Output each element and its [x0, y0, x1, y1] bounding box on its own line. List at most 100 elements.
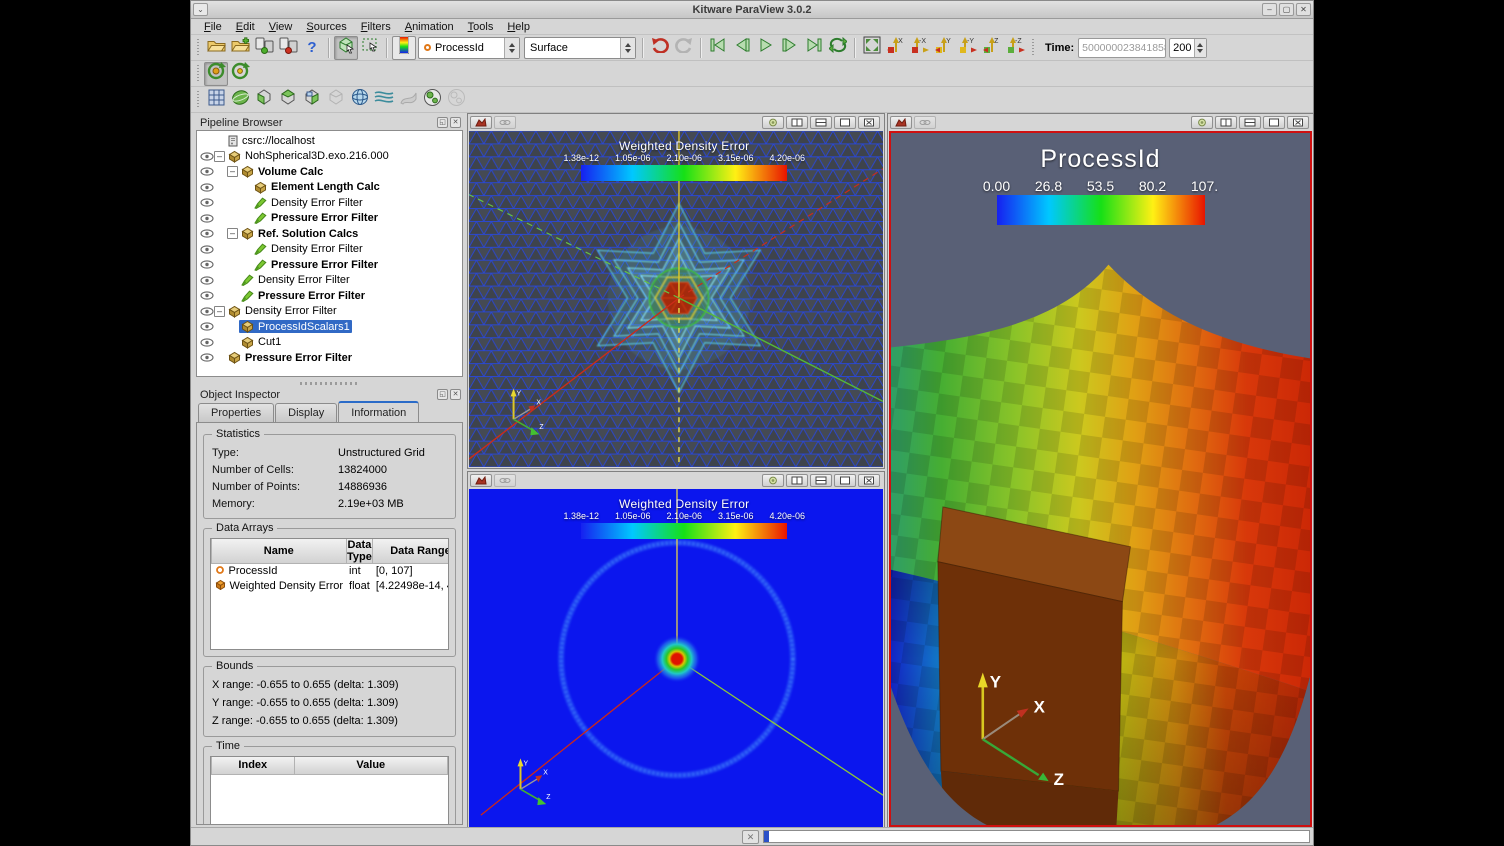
representation-dropdown[interactable]: Surface	[524, 37, 636, 59]
capture-view-button[interactable]	[1191, 116, 1213, 129]
split-vertical-button[interactable]	[810, 116, 832, 129]
link-camera-button[interactable]	[494, 116, 516, 129]
visibility-eye-icon[interactable]	[199, 291, 214, 300]
pipeline-item[interactable]: –NohSpherical3D.exo.216.000	[197, 149, 462, 165]
pipeline-item[interactable]: –Density Error Filter	[197, 304, 462, 320]
camera-minus-y-button[interactable]: -Y	[956, 36, 980, 60]
pipeline-item-chip[interactable]: Pressure Error Filter	[252, 259, 380, 271]
dock-float-button[interactable]: ◱	[437, 117, 448, 128]
first-frame-button[interactable]	[706, 36, 730, 60]
select-cells-on-button[interactable]	[334, 36, 358, 60]
menu-item-sources[interactable]: Sources	[299, 21, 353, 33]
data-array-row[interactable]: ProcessIdint[0, 107]	[212, 564, 450, 579]
colorbar[interactable]: Weighted Density Error 1.38e-121.05e-062…	[541, 139, 827, 181]
dock-float-button[interactable]: ◱	[437, 389, 448, 400]
pipeline-item[interactable]: Density Error Filter	[197, 273, 462, 289]
menu-item-tools[interactable]: Tools	[461, 21, 501, 33]
collapse-expander-icon[interactable]: –	[227, 166, 238, 177]
clip-button[interactable]	[228, 88, 252, 112]
pipeline-item[interactable]: Cut1	[197, 335, 462, 351]
menu-item-filters[interactable]: Filters	[354, 21, 398, 33]
last-frame-button[interactable]	[802, 36, 826, 60]
collapse-expander-icon[interactable]: –	[214, 306, 225, 317]
glyph-sphere-button[interactable]	[348, 88, 372, 112]
visibility-eye-icon[interactable]	[199, 183, 214, 192]
time-table[interactable]: IndexValue	[210, 756, 449, 825]
pipeline-item-chip[interactable]: Pressure Error Filter	[239, 290, 367, 302]
rubber-band-select-button[interactable]	[358, 36, 382, 60]
toolbar-grip[interactable]	[196, 65, 201, 83]
tab-properties[interactable]: Properties	[198, 403, 274, 422]
render-view-top[interactable]: YXZ Weighted Density Error 1.38e-121.05e…	[467, 113, 885, 469]
maximize-view-button[interactable]	[834, 116, 856, 129]
toolbar-grip[interactable]	[1031, 39, 1036, 57]
help-button[interactable]: ?	[300, 36, 324, 60]
disconnect-server-button[interactable]	[276, 36, 300, 60]
pipeline-item-selected[interactable]: ProcessIdScalars1	[239, 320, 352, 333]
split-vertical-button[interactable]	[810, 474, 832, 487]
abort-progress-button[interactable]: ✕	[742, 830, 759, 844]
next-frame-button[interactable]	[778, 36, 802, 60]
tab-information[interactable]: Information	[338, 401, 419, 422]
visibility-eye-icon[interactable]	[199, 276, 214, 285]
maximize-button[interactable]: ▢	[1279, 3, 1294, 16]
visibility-eye-icon[interactable]	[199, 167, 214, 176]
capture-view-button[interactable]	[762, 116, 784, 129]
dock-splitter[interactable]	[196, 379, 463, 387]
extract-subset-button[interactable]	[324, 88, 348, 112]
undo-button[interactable]	[648, 36, 672, 60]
pipeline-item[interactable]: Pressure Error Filter	[197, 257, 462, 273]
stream-tracer-button[interactable]	[372, 88, 396, 112]
group-datasets-button[interactable]	[420, 88, 444, 112]
minimize-button[interactable]: –	[1262, 3, 1277, 16]
visibility-eye-icon[interactable]	[199, 245, 214, 254]
render-area-bottom[interactable]: YXZ Weighted Density Error 1.38e-121.05e…	[469, 489, 883, 827]
colorbar[interactable]: ProcessId 0.0026.853.580.2107.	[936, 145, 1266, 225]
pipeline-item-chip[interactable]: Cut1	[239, 336, 283, 349]
color-by-dropdown[interactable]: ProcessId	[418, 37, 520, 59]
close-button[interactable]: ✕	[1296, 3, 1311, 16]
split-horizontal-button[interactable]	[786, 474, 808, 487]
dock-close-button[interactable]: ✕	[450, 117, 461, 128]
visibility-eye-icon[interactable]	[199, 229, 214, 238]
split-horizontal-button[interactable]	[786, 116, 808, 129]
pipeline-item-chip[interactable]: Ref. Solution Calcs	[239, 227, 360, 240]
play-button[interactable]	[754, 36, 778, 60]
render-view-bottom[interactable]: YXZ Weighted Density Error 1.38e-121.05e…	[467, 471, 885, 829]
slice-button[interactable]	[252, 88, 276, 112]
visibility-eye-icon[interactable]	[199, 353, 214, 362]
reset-camera-button[interactable]	[860, 36, 884, 60]
visibility-eye-icon[interactable]	[199, 307, 214, 316]
window-menu-button[interactable]: ⌄	[193, 3, 208, 16]
pipeline-item-chip[interactable]: Pressure Error Filter	[226, 351, 354, 364]
pipeline-item[interactable]: Density Error Filter	[197, 195, 462, 211]
close-view-button[interactable]	[858, 116, 880, 129]
collapse-expander-icon[interactable]: –	[214, 151, 225, 162]
pipeline-item[interactable]: Element Length Calc	[197, 180, 462, 196]
menu-item-view[interactable]: View	[262, 21, 300, 33]
previous-frame-button[interactable]	[730, 36, 754, 60]
menu-item-edit[interactable]: Edit	[229, 21, 262, 33]
column-header[interactable]: Name	[212, 539, 347, 564]
pipeline-item[interactable]: Pressure Error Filter	[197, 211, 462, 227]
toolbar-grip[interactable]	[196, 91, 201, 109]
link-camera-button[interactable]	[914, 116, 936, 129]
split-vertical-button[interactable]	[1239, 116, 1261, 129]
pipeline-item[interactable]: –Ref. Solution Calcs	[197, 226, 462, 242]
pipeline-item-chip[interactable]: Density Error Filter	[239, 274, 352, 286]
visibility-eye-icon[interactable]	[199, 214, 214, 223]
render-area-top[interactable]: YXZ Weighted Density Error 1.38e-121.05e…	[469, 131, 883, 467]
visibility-eye-icon[interactable]	[199, 322, 214, 331]
camera-minus-z-button[interactable]: -Z	[1004, 36, 1028, 60]
ungroup-datasets-button[interactable]	[444, 88, 468, 112]
menu-item-animation[interactable]: Animation	[398, 21, 461, 33]
view-options-button[interactable]	[470, 116, 492, 129]
visibility-eye-icon[interactable]	[199, 198, 214, 207]
connect-server-button[interactable]	[252, 36, 276, 60]
render-area-right-active[interactable]: Y X Z ProcessId 0.0026.853.580.2107.	[889, 131, 1312, 827]
edit-color-map-button[interactable]	[392, 36, 416, 60]
maximize-view-button[interactable]	[1263, 116, 1285, 129]
colorbar[interactable]: Weighted Density Error 1.38e-121.05e-062…	[541, 497, 827, 539]
pipeline-item-chip[interactable]: Density Error Filter	[226, 305, 339, 318]
pipeline-item[interactable]: –Volume Calc	[197, 164, 462, 180]
